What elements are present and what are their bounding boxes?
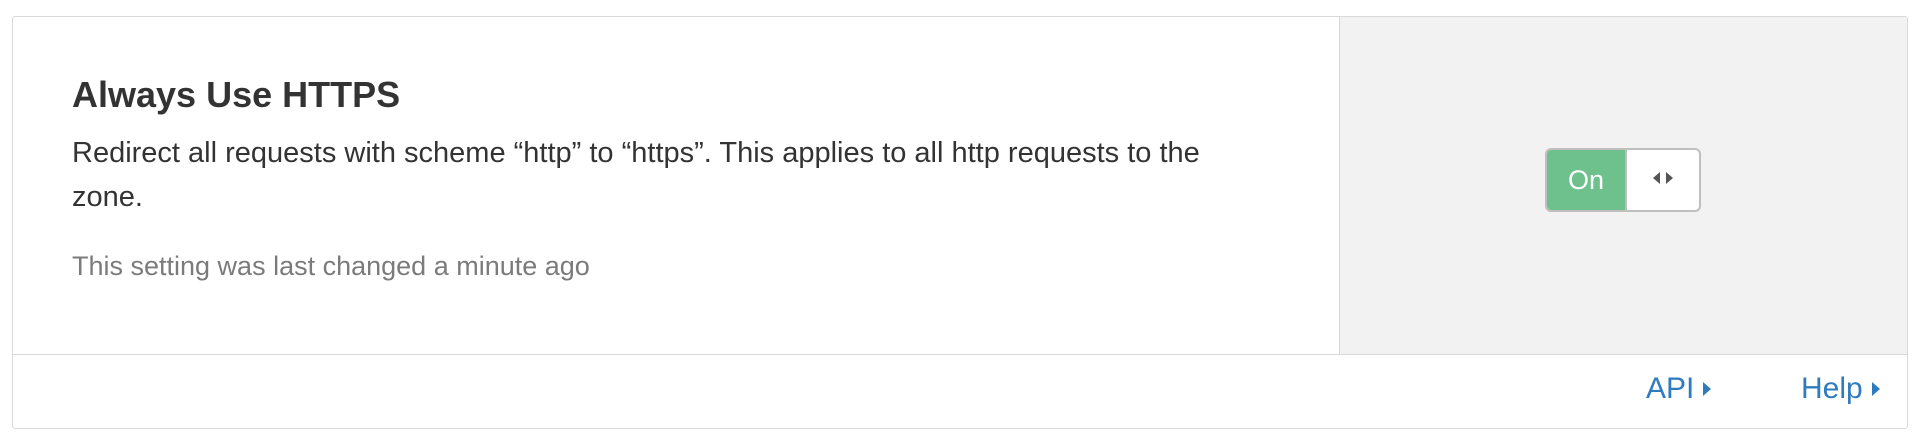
- setting-card: Always Use HTTPS Redirect all requests w…: [12, 16, 1908, 429]
- caret-right-icon: [1871, 380, 1881, 398]
- help-link[interactable]: Help: [1801, 371, 1881, 407]
- toggle-on-label: On: [1547, 150, 1627, 210]
- setting-card-footer: API Help: [13, 353, 1907, 428]
- last-changed-text: This setting was last changed a minute a…: [72, 251, 590, 281]
- help-link-label: Help: [1801, 372, 1863, 405]
- api-link[interactable]: API: [1646, 371, 1712, 407]
- setting-control-panel: On: [1340, 17, 1907, 354]
- setting-description: Redirect all requests with scheme “http”…: [72, 137, 1200, 213]
- setting-title: Always Use HTTPS: [72, 74, 401, 115]
- https-toggle[interactable]: On: [1545, 148, 1701, 212]
- setting-card-body: Always Use HTTPS Redirect all requests w…: [13, 17, 1907, 355]
- setting-content: Always Use HTTPS Redirect all requests w…: [13, 17, 1340, 354]
- left-right-arrows-icon: [1652, 171, 1674, 190]
- api-link-label: API: [1646, 372, 1695, 405]
- caret-right-icon: [1702, 380, 1712, 398]
- toggle-handle[interactable]: [1627, 150, 1699, 210]
